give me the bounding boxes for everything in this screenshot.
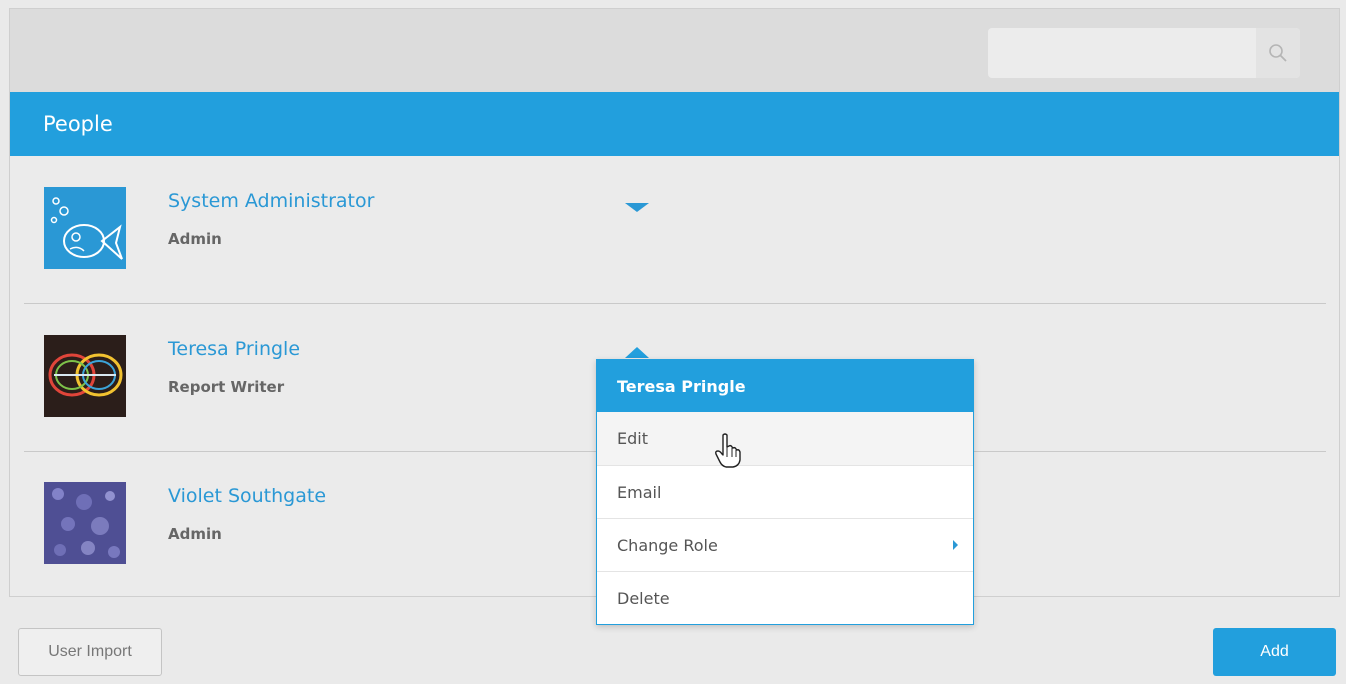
menu-item-change-role[interactable]: Change Role [597,518,973,571]
menu-toggle-caret[interactable] [625,347,649,358]
person-row: System Administrator Admin [24,157,1326,304]
context-menu: Teresa Pringle Edit Email Change Role De… [596,359,974,625]
avatar[interactable] [44,335,126,417]
avatar[interactable] [44,187,126,269]
context-menu-title: Teresa Pringle [597,360,973,412]
menu-item-delete[interactable]: Delete [597,571,973,624]
user-import-button[interactable]: User Import [18,628,162,676]
hand-cursor-icon [715,433,741,468]
chevron-down-icon[interactable] [625,203,649,212]
avatar[interactable] [44,482,126,564]
chevron-right-icon [953,540,958,550]
person-name[interactable]: System Administrator [168,190,374,212]
search-box [988,28,1300,78]
person-name[interactable]: Violet Southgate [168,485,326,507]
search-input[interactable] [988,28,1256,78]
search-icon [1269,44,1287,62]
search-button[interactable] [1256,28,1300,78]
person-role: Admin [168,525,222,543]
add-button[interactable]: Add [1213,628,1336,676]
menu-item-label: Change Role [617,535,718,555]
section-title: People [43,112,113,136]
person-role: Report Writer [168,378,285,396]
toolbar [10,9,1339,93]
menu-item-email[interactable]: Email [597,465,973,518]
person-name[interactable]: Teresa Pringle [168,338,300,360]
menu-item-edit[interactable]: Edit [597,412,973,465]
person-role: Admin [168,230,222,248]
section-header: People [10,92,1339,156]
